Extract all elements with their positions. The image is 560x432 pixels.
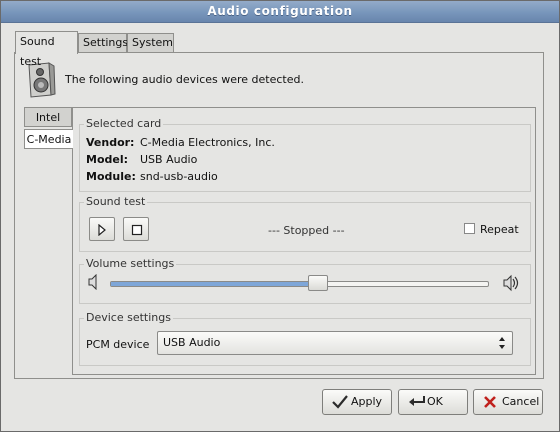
cancel-label: Cancel <box>502 395 540 408</box>
selected-card-group: Selected card Vendor: C-Media Electronics… <box>79 117 531 192</box>
title-bar[interactable]: Audio configuration <box>1 1 559 23</box>
volume-slider-track[interactable] <box>110 281 489 287</box>
stop-button[interactable] <box>123 217 149 241</box>
pcm-device-label: PCM device <box>86 338 150 351</box>
apply-button[interactable]: Apply <box>322 389 392 415</box>
apply-label: Apply <box>351 395 383 408</box>
vendor-row: Vendor: C-Media Electronics, Inc. <box>86 136 275 149</box>
model-value: USB Audio <box>140 153 198 166</box>
module-row: Module: snd-usb-audio <box>86 170 218 183</box>
volume-low-icon <box>88 274 97 290</box>
volume-slider-fill <box>111 282 318 286</box>
vendor-label: Vendor: <box>86 136 135 149</box>
card-details-pane: Selected card Vendor: C-Media Electronics… <box>72 107 536 375</box>
repeat-label: Repeat <box>480 223 519 236</box>
window-title: Audio configuration <box>207 4 353 18</box>
module-value: snd-usb-audio <box>140 170 218 183</box>
pcm-device-value: USB Audio <box>163 336 221 349</box>
sound-test-group: Sound test --- Stopped --- Repeat <box>79 195 531 252</box>
selected-card-title: Selected card <box>84 117 164 130</box>
model-row: Model: USB Audio <box>86 153 197 166</box>
play-button[interactable] <box>89 217 115 241</box>
ok-arrow-icon <box>409 396 425 406</box>
ok-label: OK <box>427 395 443 408</box>
sound-test-title: Sound test <box>84 195 148 208</box>
ok-button[interactable]: OK <box>398 389 468 415</box>
tab-system[interactable]: System <box>127 33 174 53</box>
playback-status: --- Stopped --- <box>268 224 345 237</box>
device-settings-title: Device settings <box>84 311 173 324</box>
tab-sound-test[interactable]: Sound test <box>15 31 78 68</box>
volume-settings-title: Volume settings <box>84 257 177 270</box>
tab-settings[interactable]: Settings <box>78 33 128 53</box>
volume-slider-thumb[interactable] <box>308 275 329 291</box>
module-label: Module: <box>86 170 136 183</box>
stop-icon <box>131 224 143 236</box>
volume-settings-group: Volume settings <box>79 257 531 304</box>
model-label: Model: <box>86 153 129 166</box>
checkmark-icon <box>332 395 348 409</box>
intro-text: The following audio devices were detecte… <box>65 73 304 86</box>
select-arrows-icon <box>499 337 505 349</box>
device-settings-group: Device settings PCM device USB Audio <box>79 311 531 366</box>
play-icon <box>98 224 106 236</box>
cancel-button[interactable]: Cancel <box>473 389 543 415</box>
audio-configuration-window: Audio configuration Sound test Settings … <box>0 0 560 432</box>
volume-high-icon <box>503 274 519 292</box>
sound-test-panel: The following audio devices were detecte… <box>14 52 544 379</box>
card-tab-intel[interactable]: Intel <box>24 107 72 127</box>
repeat-checkbox[interactable]: Repeat <box>464 223 519 236</box>
repeat-checkbox-box[interactable] <box>464 223 475 234</box>
pcm-device-select[interactable]: USB Audio <box>157 331 513 355</box>
cancel-x-icon <box>484 396 496 408</box>
card-tab-c-media[interactable]: C-Media <box>24 129 73 149</box>
vendor-value: C-Media Electronics, Inc. <box>140 136 275 149</box>
